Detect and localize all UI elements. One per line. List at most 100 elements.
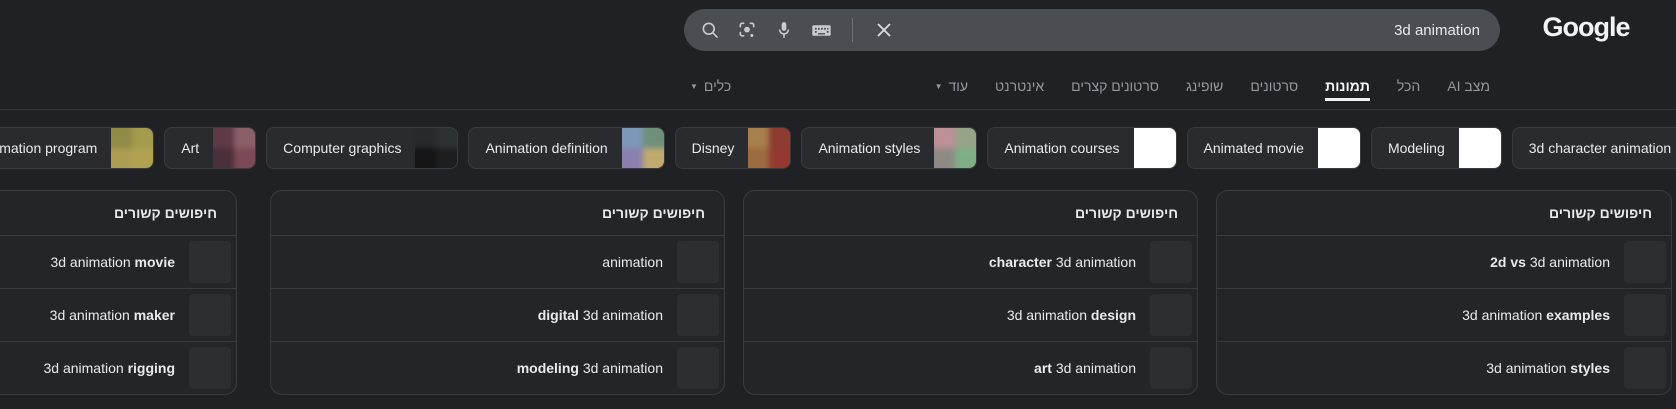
tab-shopping[interactable]: שופינג [1186, 70, 1223, 101]
related-search-row[interactable]: character 3d animation [744, 236, 1197, 289]
search-icon[interactable] [700, 20, 720, 40]
related-search-text: 3d animation examples [1462, 307, 1610, 323]
related-search-row[interactable]: 3d animation styles [1217, 342, 1671, 394]
filter-chip[interactable]: Animation definition [468, 127, 664, 169]
related-search-row[interactable]: 3d animation movie [0, 236, 236, 289]
search-query[interactable]: 3d animation [1394, 22, 1480, 39]
related-search-text: character 3d animation [989, 254, 1136, 270]
related-search-thumbnail [1150, 347, 1192, 389]
tab-images[interactable]: תמונות [1325, 70, 1370, 101]
filter-chip-thumbnail [1134, 128, 1176, 168]
search-bar[interactable]: 3d animation [684, 9, 1500, 51]
header: 3d animation Google מצב AI הכל תמונות סרטונ… [0, 0, 1676, 110]
google-images-results-page: 3d animation Google מצב AI הכל תמונות סרטונ… [0, 0, 1676, 409]
related-search-row[interactable]: 3d animation examples [1217, 289, 1671, 342]
tab-label: סרטונים [1250, 78, 1298, 94]
related-search-row[interactable]: modeling 3d animation [271, 342, 724, 394]
tab-label: כלים [704, 78, 731, 94]
related-search-text: digital 3d animation [538, 307, 663, 323]
filter-chip-label: Animation courses [988, 140, 1133, 156]
filter-chip-thumbnail [934, 128, 976, 168]
tab-label: אינטרנט [995, 78, 1044, 94]
filter-chip-label: Computer graphics [267, 140, 415, 156]
tab-tools[interactable]: כלים ▼ [690, 70, 731, 101]
tab-label: הכל [1397, 78, 1420, 94]
tab-all[interactable]: הכל [1397, 70, 1420, 101]
related-search-thumbnail [189, 241, 231, 283]
related-search-row[interactable]: animation [271, 236, 724, 289]
thumbnail-mosaic [213, 128, 255, 168]
thumbnail-mosaic [622, 128, 664, 168]
tab-videos[interactable]: סרטונים [1250, 70, 1298, 101]
filter-chip-label: Art [165, 140, 213, 156]
search-bar-icons [700, 18, 895, 42]
thumbnail-mosaic [1318, 128, 1360, 168]
tab-label: שופינג [1186, 78, 1223, 94]
related-search-text: 3d animation maker [50, 307, 175, 323]
google-logo[interactable]: Google [1541, 12, 1631, 43]
related-search-text: animation [602, 254, 663, 270]
caret-down-icon: ▼ [690, 82, 698, 91]
related-search-text: 3d animation rigging [44, 360, 176, 376]
filter-chip-thumbnail [111, 128, 153, 168]
thumbnail-mosaic [415, 128, 457, 168]
related-search-thumbnail [1624, 347, 1666, 389]
related-search-row[interactable]: 3d animation maker [0, 289, 236, 342]
related-search-row[interactable]: 2d vs 3d animation [1217, 236, 1671, 289]
filter-chip-thumbnail [213, 128, 255, 168]
filter-chip-thumbnail [622, 128, 664, 168]
google-lens-icon[interactable] [737, 20, 757, 40]
tab-short-videos[interactable]: סרטונים קצרים [1071, 70, 1159, 101]
filter-chip-label: Animation definition [469, 140, 621, 156]
tab-label: תמונות [1325, 78, 1370, 94]
related-search-thumbnail [1624, 241, 1666, 283]
filter-chip[interactable]: Disney [675, 127, 792, 169]
filter-chip[interactable]: 3d character animation [1512, 127, 1676, 169]
filter-chip-thumbnail [1318, 128, 1360, 168]
filter-chip-label: Animated movie [1188, 140, 1318, 156]
related-search-text: 3d animation design [1007, 307, 1136, 323]
filter-chip-label: Modeling [1372, 140, 1459, 156]
tab-label: מצב AI [1447, 78, 1490, 94]
filter-chip[interactable]: Modeling [1371, 127, 1502, 169]
filter-chip[interactable]: Animation styles [801, 127, 977, 169]
related-search-text: modeling 3d animation [517, 360, 663, 376]
clear-icon[interactable] [873, 19, 895, 41]
mic-icon[interactable] [774, 20, 794, 40]
filter-chip[interactable]: Computer graphics [266, 127, 458, 169]
filter-chip[interactable]: Animation program [0, 127, 154, 169]
filter-chip-thumbnail [1459, 128, 1501, 168]
thumbnail-mosaic [1459, 128, 1501, 168]
filter-chip-thumbnail [415, 128, 457, 168]
related-search-thumbnail [1624, 294, 1666, 336]
related-search-thumbnail [1150, 294, 1192, 336]
thumbnail-mosaic [748, 128, 790, 168]
filter-chip[interactable]: Animated movie [1187, 127, 1361, 169]
related-search-text: 2d vs 3d animation [1490, 254, 1610, 270]
filter-chip-thumbnail [748, 128, 790, 168]
related-search-row[interactable]: 3d animation design [744, 289, 1197, 342]
thumbnail-mosaic [934, 128, 976, 168]
filter-chip[interactable]: Art [164, 127, 256, 169]
related-searches-header: חיפושים קשורים [744, 191, 1197, 236]
related-search-text: 3d animation styles [1486, 360, 1610, 376]
filter-chip-label: 3d character animation [1513, 140, 1676, 156]
related-searches-box: חיפושים קשורים 2d vs 3d animation 3d anima… [1216, 190, 1672, 395]
related-search-row[interactable]: 3d animation rigging [0, 342, 236, 394]
related-search-text: 3d animation movie [50, 254, 175, 270]
filter-chip-label: Disney [676, 140, 749, 156]
related-search-row[interactable]: art 3d animation [744, 342, 1197, 394]
related-searches-box: חיפושים קשורים character 3d animation 3d a… [743, 190, 1198, 395]
related-search-thumbnail [1150, 241, 1192, 283]
tab-ai-mode[interactable]: מצב AI [1447, 70, 1490, 101]
related-search-row[interactable]: digital 3d animation [271, 289, 724, 342]
filter-chip[interactable]: Animation courses [987, 127, 1176, 169]
keyboard-icon[interactable] [811, 20, 832, 41]
tab-web[interactable]: אינטרנט [995, 70, 1044, 101]
related-searches-header: חיפושים קשורים [1217, 191, 1671, 236]
filter-chip-label: Animation styles [802, 140, 934, 156]
related-search-thumbnail [677, 241, 719, 283]
related-searches-header: חיפושים קשורים [271, 191, 724, 236]
tab-more[interactable]: עוד▼ [935, 70, 968, 101]
thumbnail-mosaic [1134, 128, 1176, 168]
